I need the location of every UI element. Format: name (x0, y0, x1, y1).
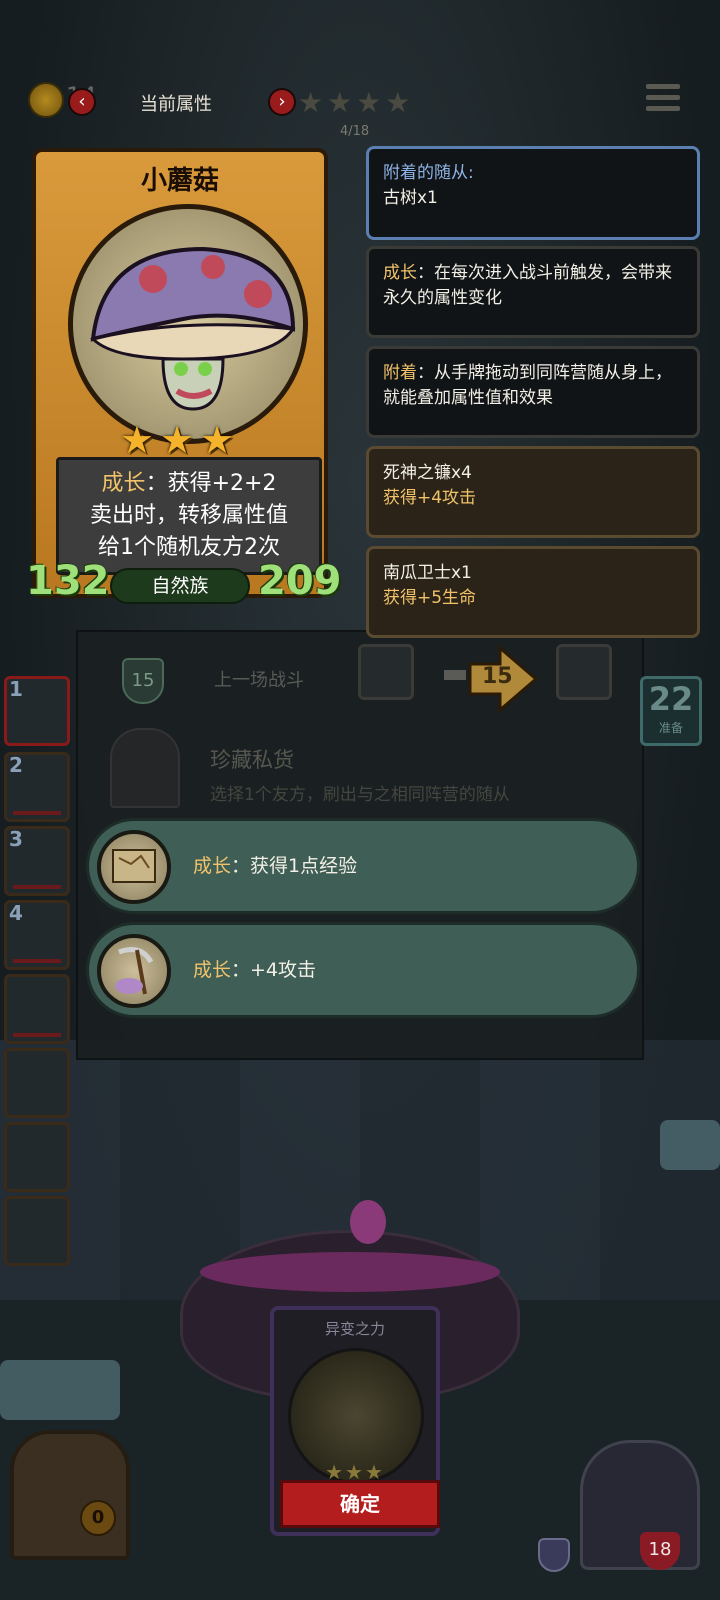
item-effect: 获得+4攻击 (383, 488, 477, 508)
attached-value: 古树x1 (383, 188, 438, 208)
attach-desc: ：从手牌拖动到同阵营随从身上，就能叠加属性值和效果 (383, 363, 672, 408)
item-name: 死神之镰x4 (383, 463, 472, 483)
confirm-button[interactable]: 确定 (280, 1480, 440, 1528)
attached-minions-panel: 附着的随从: 古树x1 (366, 146, 700, 240)
shield-badge: 15 (122, 658, 164, 704)
map-scroll-icon (97, 830, 171, 904)
option-desc: ：+4攻击 (231, 959, 317, 981)
growth-keyword: 成长 (383, 263, 417, 283)
roster-number: 2 (9, 753, 23, 777)
attach-info-panel: 附着：从手牌拖动到同阵营随从身上，就能叠加属性值和效果 (366, 346, 700, 438)
option-text: 成长：获得1点经验 (193, 851, 357, 878)
card-stars: ★★★ (119, 418, 241, 462)
card-name: 小蘑菇 (140, 166, 219, 196)
ability-line-2: 卖出时，转移属性值 (89, 503, 288, 528)
chest-count: 0 (80, 1500, 116, 1536)
progress-text: 4/18 (340, 124, 370, 139)
option-desc: ：获得1点经验 (231, 855, 358, 877)
option-attack[interactable]: 成长：+4攻击 (86, 922, 640, 1018)
roster-number: 1 (9, 677, 23, 701)
mushroom-art (68, 204, 308, 444)
option-keyword: 成长 (193, 959, 232, 981)
roster-bar (13, 885, 61, 889)
roster-number: 3 (9, 827, 23, 851)
coin-icon (28, 82, 64, 118)
item-panel-scythe: 死神之镰x4 获得+4攻击 (366, 446, 700, 538)
prep-counter: 22 准备 (640, 676, 702, 746)
treasure-desc: 选择1个友方，刷出与之相同阵营的随从 (210, 785, 510, 805)
attack-value: 132 (26, 558, 110, 604)
roster-slot-7[interactable] (4, 1122, 70, 1192)
prep-label: 准备 (658, 721, 683, 735)
next-arrow-button[interactable]: › (268, 88, 296, 116)
roster-slot-6[interactable] (4, 1048, 70, 1118)
top-bar: 14 ‹ 当前属性 › ★★★★ 4/18 (0, 70, 720, 140)
growth-desc: ：在每次进入战斗前触发，会带来永久的属性变化 (383, 263, 672, 308)
item-panel-pumpkin: 南瓜卫士x1 获得+5生命 (366, 546, 700, 638)
item-name: 南瓜卫士x1 (383, 563, 472, 583)
roster-slot-5[interactable] (4, 974, 70, 1044)
roster-slot-2[interactable]: 2 (4, 752, 70, 822)
panel-title: 当前属性 (140, 94, 212, 115)
mutation-card-title: 异变之力 (324, 1320, 385, 1338)
opponent-portrait (358, 644, 414, 700)
crystal-pile-right (660, 1120, 720, 1170)
prep-value: 22 (648, 680, 694, 718)
attach-keyword: 附着 (383, 363, 417, 383)
arrow-value: 15 (482, 664, 513, 689)
card-frame: 小蘑菇 ★★★ 成长：获得+2+2 卖出时，转移属性值 给1个随机友方2次 (32, 148, 328, 598)
treasure-door-icon (110, 728, 180, 808)
roster-slot-8[interactable] (4, 1196, 70, 1266)
health-value: 209 (258, 558, 342, 604)
option-text: 成长：+4攻击 (193, 955, 316, 982)
item-effect: 获得+5生命 (383, 588, 477, 608)
armor-icon (538, 1538, 570, 1572)
roster-slot-4[interactable]: 4 (4, 900, 70, 970)
growth-info-panel: 成长：在每次进入战斗前触发，会带来永久的属性变化 (366, 246, 700, 338)
ability-line-1: 成长：获得+2+2 (59, 468, 319, 500)
last-battle-label: 上一场战斗 (214, 670, 304, 691)
roster-slot-1[interactable]: 1 (4, 676, 70, 746)
option-keyword: 成长 (193, 855, 232, 877)
player-portrait (556, 644, 612, 700)
menu-icon[interactable] (646, 84, 680, 118)
cauldron-brew (200, 1252, 500, 1292)
prev-arrow-button[interactable]: ‹ (68, 88, 96, 116)
crystal-pile-left (0, 1360, 120, 1420)
option-gain-exp[interactable]: 成长：获得1点经验 (86, 818, 640, 914)
roster-number: 4 (9, 901, 23, 925)
ability-line-1-text: ：获得+2+2 (145, 471, 277, 496)
tribe-badge: 自然族 (110, 568, 250, 604)
roster-bar (13, 1033, 61, 1037)
roster-slot-3[interactable]: 3 (4, 826, 70, 896)
treasure-chest[interactable] (10, 1430, 130, 1560)
roster-bar (13, 959, 61, 963)
scythe-icon (97, 934, 171, 1008)
attached-title: 附着的随从: (383, 163, 474, 183)
brew-bubble (350, 1200, 386, 1244)
ability-keyword: 成长 (101, 471, 146, 496)
tier-stars: ★★★★ (298, 86, 415, 119)
treasure-title: 珍藏私货 (210, 748, 294, 772)
roster-bar (13, 811, 61, 815)
minion-card: 小蘑菇 ★★★ 成长：获得+2+2 卖出时，转移属性值 给1个随机友方2次 13… (26, 148, 342, 628)
